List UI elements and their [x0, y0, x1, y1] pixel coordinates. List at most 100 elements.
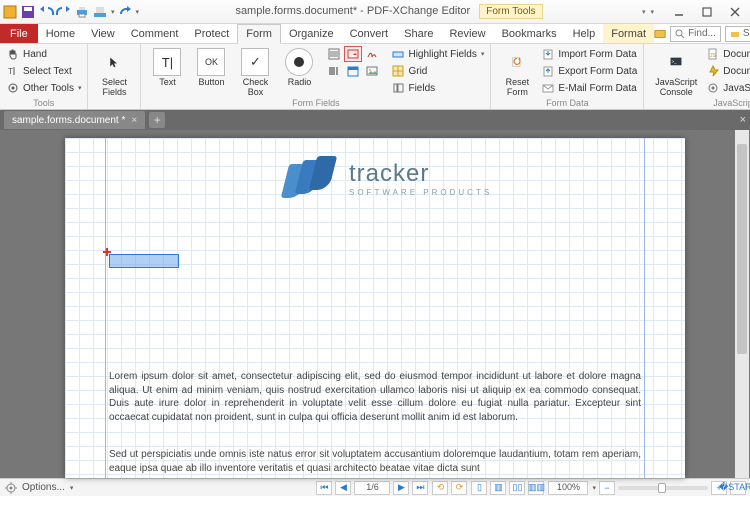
barcode-field-icon[interactable] [325, 63, 343, 79]
window-controls [666, 3, 748, 21]
tab-format[interactable]: Format [603, 24, 654, 43]
listbox-field-icon[interactable] [325, 46, 343, 62]
options-drop[interactable]: ▾ [70, 484, 74, 492]
fit-page-icon[interactable]: �START [730, 481, 746, 495]
zoom-out-button[interactable]: − [599, 481, 615, 495]
page-indicator[interactable]: 1/6 [354, 481, 390, 495]
select-text-icon: T [6, 64, 20, 78]
document-actions[interactable]: Document Actions [706, 63, 750, 79]
select-fields-button[interactable]: Select Fields [94, 46, 134, 98]
grid-toggle[interactable]: Grid [391, 63, 484, 79]
image-field-icon[interactable] [363, 63, 381, 79]
next-page-button[interactable]: ▶ [393, 481, 409, 495]
file-tab[interactable]: File [0, 24, 38, 43]
dropdown-field-icon[interactable] [344, 46, 362, 62]
new-tab-button[interactable]: + [149, 112, 165, 128]
actions-icon [706, 64, 720, 78]
options-label[interactable]: Options... [22, 482, 65, 493]
ui-options-drop[interactable]: ▾ [642, 8, 646, 16]
zoom-controls: 100%▾ − + �START [548, 481, 746, 495]
tab-convert[interactable]: Convert [342, 24, 397, 43]
ribbon: Hand TSelect Text Other Tools▾ Tools Sel… [0, 44, 750, 110]
status-bar: Options... ▾ ⏮ ◀ 1/6 ▶ ⏭ ⟲ ⟳ ▯ ▥ ▯▯ ▥▥ 10… [0, 478, 750, 496]
highlight-fields[interactable]: Highlight Fields▾ [391, 46, 484, 62]
js-console-button[interactable]: >_JavaScript Console [650, 46, 702, 98]
button-field-button[interactable]: OKButton [191, 46, 231, 88]
export-form-data[interactable]: Export Form Data [541, 63, 637, 79]
zoom-drop[interactable]: ▾ [592, 484, 596, 492]
hand-tool[interactable]: Hand [6, 46, 81, 62]
tab-organize[interactable]: Organize [281, 24, 342, 43]
tab-share[interactable]: Share [396, 24, 441, 43]
checkbox-field-button[interactable]: ✓Check Box [235, 46, 275, 98]
page-canvas[interactable]: tracker SOFTWARE PRODUCTS Lorem ipsum do… [65, 138, 685, 478]
fields-pane[interactable]: Fields [391, 80, 484, 96]
form-field-placeholder[interactable] [109, 254, 179, 268]
tab-review[interactable]: Review [441, 24, 493, 43]
date-field-icon[interactable] [344, 63, 362, 79]
document-javascript[interactable]: JSDocument JavaScript [706, 46, 750, 62]
prev-page-button[interactable]: ◀ [335, 481, 351, 495]
close-button[interactable] [722, 3, 748, 21]
launch-drop[interactable]: ▾ [650, 8, 654, 16]
tab-view[interactable]: View [83, 24, 123, 43]
document-tab[interactable]: sample.forms.document * × [4, 111, 145, 129]
zoom-value[interactable]: 100% [548, 481, 588, 495]
tab-protect[interactable]: Protect [186, 24, 237, 43]
body-paragraph-2: Sed ut perspiciatis unde omnis iste natu… [109, 448, 641, 475]
nav-fwd-button[interactable]: ⟳ [451, 481, 467, 495]
close-tab-icon[interactable]: × [131, 115, 137, 126]
find-label: Find... [688, 28, 716, 39]
maximize-button[interactable] [694, 3, 720, 21]
minimize-button[interactable] [666, 3, 692, 21]
cursor-icon [100, 48, 128, 76]
undo-icon[interactable] [38, 4, 54, 20]
tab-comment[interactable]: Comment [123, 24, 187, 43]
reset-form-button[interactable]: Reset Form [497, 46, 537, 98]
tab-form[interactable]: Form [237, 24, 281, 44]
redo-icon[interactable] [56, 4, 72, 20]
scan-icon[interactable] [92, 4, 108, 20]
first-page-button[interactable]: ⏮ [316, 481, 332, 495]
close-all-icon[interactable]: × [740, 114, 746, 126]
print-icon[interactable] [74, 4, 90, 20]
document-tab-bar: sample.forms.document * × + × [0, 110, 750, 130]
js-options-icon [706, 81, 720, 95]
quicklaunch-icon[interactable] [654, 28, 666, 40]
import-form-data[interactable]: Import Form Data [541, 46, 637, 62]
javascript-options[interactable]: JavaScript Options [706, 80, 750, 96]
two-continuous-icon[interactable]: ▥▥ [528, 481, 544, 495]
select-text-tool[interactable]: TSelect Text [6, 63, 81, 79]
last-page-button[interactable]: ⏭ [412, 481, 428, 495]
tab-bookmarks[interactable]: Bookmarks [494, 24, 565, 43]
zoom-slider[interactable] [618, 486, 708, 490]
search-box[interactable]: Search... [725, 26, 750, 42]
reset-icon [503, 48, 531, 76]
nav-back-button[interactable]: ⟲ [432, 481, 448, 495]
continuous-icon[interactable]: ▥ [490, 481, 506, 495]
find-box[interactable]: Find... [670, 26, 721, 42]
tab-help[interactable]: Help [565, 24, 604, 43]
email-form-data[interactable]: E-Mail Form Data [541, 80, 637, 96]
zoom-knob[interactable] [658, 483, 666, 493]
svg-text:JS: JS [710, 53, 717, 59]
tab-home[interactable]: Home [38, 24, 83, 43]
svg-text:>_: >_ [672, 59, 678, 64]
text-field-button[interactable]: T|Text [147, 46, 187, 88]
layout-buttons: ▯ ▥ ▯▯ ▥▥ [471, 481, 544, 495]
vertical-scrollbar[interactable] [735, 130, 749, 478]
qat-dropdown-icon[interactable]: ▾ [111, 8, 115, 16]
radio-field-button[interactable]: Radio [279, 46, 319, 88]
gear-icon[interactable] [4, 481, 18, 495]
scrollbar-thumb[interactable] [737, 144, 747, 354]
window-extra-buttons: ▾ ▾ [639, 8, 654, 16]
logo-mark-icon [285, 156, 339, 200]
single-page-icon[interactable]: ▯ [471, 481, 487, 495]
logo: tracker SOFTWARE PRODUCTS [285, 156, 492, 200]
text-field-icon: T| [153, 48, 181, 76]
redo2-icon[interactable] [117, 4, 133, 20]
two-page-icon[interactable]: ▯▯ [509, 481, 525, 495]
save-icon[interactable] [20, 4, 36, 20]
signature-field-icon[interactable] [363, 46, 381, 62]
other-tools[interactable]: Other Tools▾ [6, 80, 81, 96]
